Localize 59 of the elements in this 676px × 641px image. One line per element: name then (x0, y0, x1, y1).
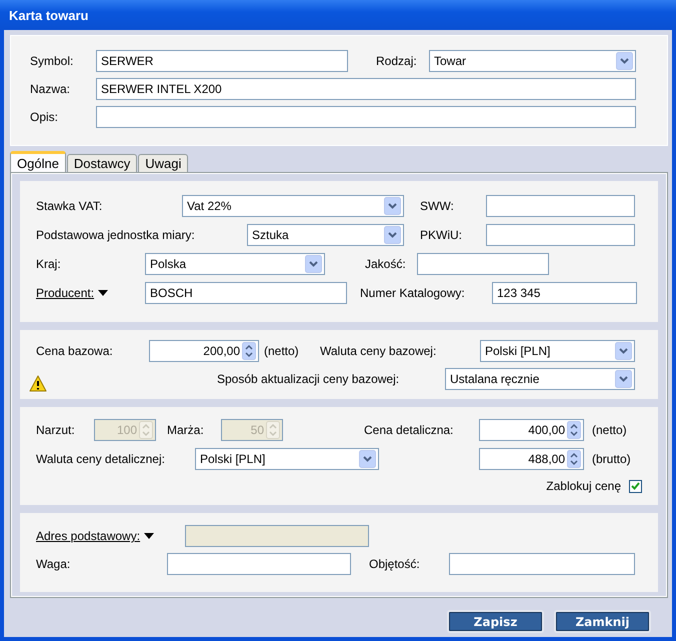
dialog-button[interactable]: Zamknij (554, 610, 651, 633)
text-field[interactable] (486, 224, 635, 246)
text-field[interactable]: SERWER INTEL X200 (96, 78, 636, 100)
caret-down-icon (98, 290, 108, 296)
field-label: Stawka VAT: (36, 199, 104, 213)
text-field[interactable] (449, 553, 635, 575)
field-label: Waga: (36, 557, 72, 571)
field-label: Nazwa: (30, 82, 72, 96)
producer-link[interactable]: Producent: (36, 286, 108, 300)
dropdown[interactable]: Towar (429, 50, 636, 72)
field-label: PKWiU: (420, 228, 463, 242)
field-label: Rodzaj: (376, 54, 418, 68)
checkmark-icon (631, 482, 640, 490)
spin-arrows-icon[interactable] (242, 342, 256, 360)
text-field[interactable]: SERWER (96, 50, 348, 72)
dropdown[interactable]: Polska (145, 253, 325, 275)
field-label: Waluta ceny detalicznej: (36, 452, 166, 466)
spin-arrows-icon[interactable] (567, 421, 581, 439)
text-field[interactable]: 123 345 (492, 282, 637, 304)
number-field[interactable]: 200,00 (149, 340, 259, 362)
warning-icon (29, 374, 47, 392)
text-field[interactable] (167, 553, 351, 575)
text-field[interactable]: BOSCH (145, 282, 347, 304)
tab[interactable]: Uwagi (138, 154, 188, 172)
dropdown[interactable]: Vat 22% (182, 195, 404, 217)
field-label: (netto) (264, 344, 300, 358)
field-label: Symbol: (30, 54, 74, 68)
tab[interactable]: Ogólne (10, 151, 66, 172)
field-label: Cena bazowa: (36, 344, 114, 358)
field-label: Kraj: (36, 257, 62, 271)
dialog-button[interactable]: Zapisz (447, 610, 544, 633)
field-label: Sposób aktualizacji ceny bazowej: (217, 372, 400, 386)
field-label: Jakość: (365, 257, 407, 271)
checkbox-label: Zablokuj cenę (546, 479, 621, 493)
text-field[interactable] (417, 253, 549, 275)
dropdown[interactable]: Polski [PLN] (480, 340, 635, 362)
field-label: Opis: (30, 110, 60, 124)
field-label: Waluta ceny bazowej: (320, 344, 438, 358)
spin-arrows-icon[interactable] (567, 450, 581, 468)
caret-down-icon (144, 533, 154, 539)
dropdown[interactable]: Sztuka (247, 224, 404, 246)
field-label: (brutto) (592, 452, 632, 466)
number-field[interactable]: 400,00 (479, 419, 584, 441)
field-label: Numer Katalogowy: (360, 286, 466, 300)
text-field[interactable] (486, 195, 635, 217)
field-label: Podstawowa jednostka miary: (36, 228, 196, 242)
field-label: SWW: (420, 199, 455, 213)
field-label: Objętość: (369, 557, 421, 571)
checkbox[interactable] (629, 480, 642, 492)
dropdown[interactable]: Polski [PLN] (195, 448, 379, 470)
tab[interactable]: Dostawcy (66, 154, 138, 172)
number-field[interactable]: 488,00 (479, 448, 584, 470)
field-label: Cena detaliczna: (364, 423, 454, 437)
text-field[interactable] (96, 106, 636, 128)
window-title: Karta towaru (0, 0, 676, 30)
field-label: Narzut: (36, 423, 76, 437)
field-label: (netto) (592, 423, 628, 437)
field-label: Marża: (167, 423, 205, 437)
dropdown[interactable]: Ustalana ręcznie (445, 368, 635, 390)
